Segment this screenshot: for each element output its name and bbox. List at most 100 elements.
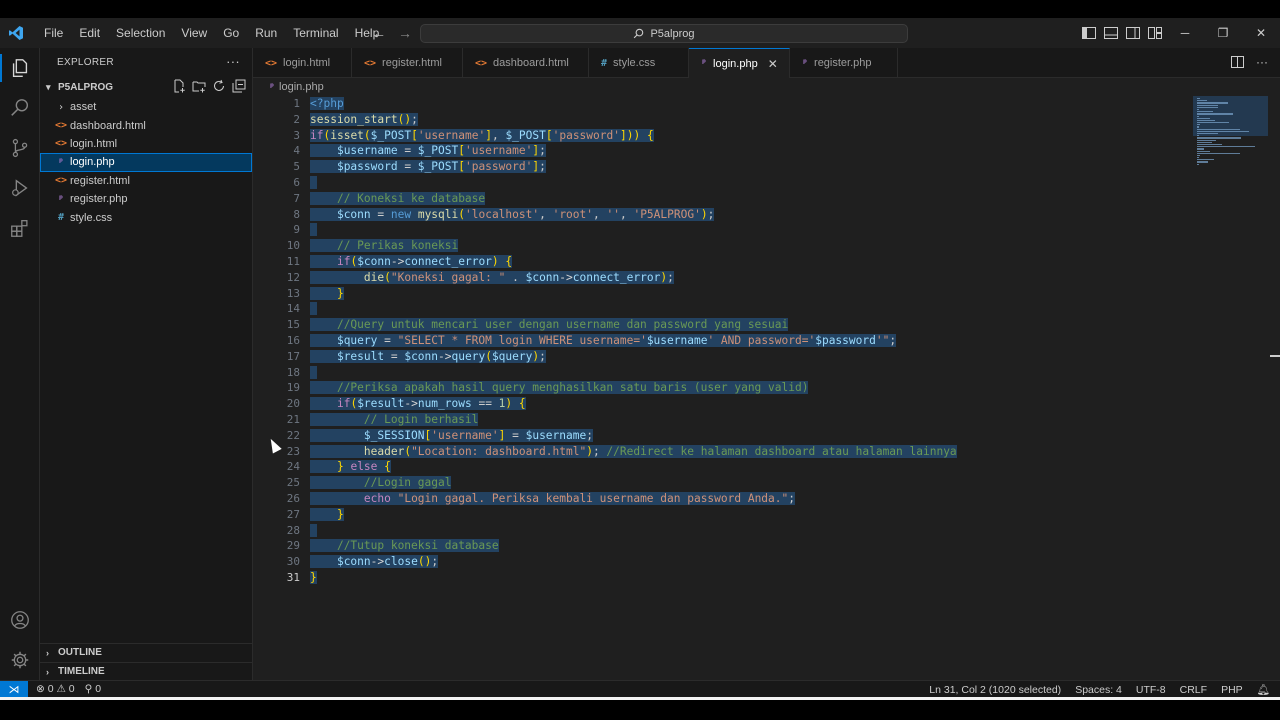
encoding[interactable]: UTF-8 (1136, 684, 1166, 696)
code-editor[interactable]: 1 2 3 4 5 6 7 8 9 10 11 12 13 14 15 16 17 18 19 20 21 22 23 24 2… (253, 96, 1280, 680)
toggle-secondary-sidebar-icon[interactable] (1126, 27, 1140, 39)
line-number: 21 (286, 412, 300, 426)
source-control-icon[interactable] (0, 128, 40, 168)
run-debug-icon[interactable] (0, 168, 40, 208)
menu-run[interactable]: Run (247, 18, 285, 48)
tree-file-register-html[interactable]: <> register.html (40, 172, 252, 190)
outline-section[interactable]: › OUTLINE (40, 643, 253, 661)
workspace-folder[interactable]: ▾ P5ALPROG (40, 76, 252, 98)
minimap[interactable] (1197, 98, 1257, 166)
code-line[interactable]: //Periksa apakah hasil query menghasilka… (310, 380, 957, 396)
accounts-icon[interactable] (0, 600, 40, 640)
forward-arrow-icon[interactable]: → (398, 25, 412, 41)
code-line[interactable]: $username = $_POST['username']; (310, 143, 957, 159)
back-arrow-icon[interactable]: ← (372, 25, 386, 41)
code-line[interactable]: $conn = new mysqli('localhost', 'root', … (310, 207, 957, 223)
tab-register-html[interactable]: <> register.html (352, 48, 463, 78)
code-line[interactable] (310, 523, 957, 539)
menu-go[interactable]: Go (215, 18, 247, 48)
tree-file-style-css[interactable]: # style.css (40, 208, 252, 226)
code-line[interactable]: // Login berhasil (310, 412, 957, 428)
explorer-icon[interactable] (0, 48, 40, 88)
more-actions-icon[interactable]: ··· (226, 54, 240, 69)
code-line[interactable]: $conn->close(); (310, 554, 957, 570)
tree-item-label: register.php (70, 193, 128, 206)
code-line[interactable]: } (310, 286, 957, 302)
notifications-bell-icon[interactable]: 🔔︎ (1257, 683, 1270, 696)
code-line[interactable] (310, 365, 957, 381)
code-line[interactable]: if(isset($_POST['username'], $_POST['pas… (310, 128, 957, 144)
code-line[interactable] (310, 222, 957, 238)
code-area[interactable]: <?php session_start(); if(isset($_POST['us… (310, 96, 957, 586)
code-line[interactable]: if($result->num_rows == 1) { (310, 396, 957, 412)
code-line[interactable]: // Koneksi ke database (310, 191, 957, 207)
status-bar: ⋊ ⊗ 0 ⚠ 0 ⚲ 0 Ln 31, Col 2 (1020 selecte… (0, 680, 1280, 698)
code-line[interactable]: die("Koneksi gagal: " . $conn->connect_e… (310, 270, 957, 286)
timeline-section[interactable]: › TIMELINE (40, 662, 253, 680)
tab-dashboard-html[interactable]: <> dashboard.html (463, 48, 589, 78)
menu-terminal[interactable]: Terminal (285, 18, 346, 48)
code-line[interactable]: //Tutup koneksi database (310, 538, 957, 554)
language-mode[interactable]: PHP (1221, 684, 1243, 696)
menu-file[interactable]: File (36, 18, 71, 48)
ports-indicator[interactable]: ⚲ 0 (85, 683, 101, 695)
code-line[interactable]: session_start(); (310, 112, 957, 128)
customize-layout-icon[interactable] (1148, 27, 1162, 39)
tree-file-login-html[interactable]: <> login.html (40, 135, 252, 153)
extensions-icon[interactable] (0, 208, 40, 248)
close-tab-icon[interactable]: ✕ (768, 57, 778, 71)
indentation[interactable]: Spaces: 4 (1075, 684, 1122, 696)
code-line[interactable]: } (310, 507, 957, 523)
toggle-panel-icon[interactable] (1104, 27, 1118, 39)
tree-file-dashboard-html[interactable]: <> dashboard.html (40, 116, 252, 134)
code-line[interactable]: header("Location: dashboard.html"); //Re… (310, 444, 957, 460)
php-file-icon: ᵖ (57, 156, 65, 168)
search-icon[interactable] (0, 88, 40, 128)
tab-register-php[interactable]: ᵖ register.php (790, 48, 898, 78)
tree-file-register-php[interactable]: ᵖ register.php (40, 190, 252, 208)
code-line[interactable]: <?php (310, 96, 957, 112)
code-line[interactable]: //Login gagal (310, 475, 957, 491)
menu-view[interactable]: View (173, 18, 215, 48)
restore-icon[interactable]: ❐ (1204, 26, 1242, 40)
toggle-primary-sidebar-icon[interactable] (1082, 27, 1096, 39)
code-line[interactable]: $result = $conn->query($query); (310, 349, 957, 365)
close-window-icon[interactable]: ✕ (1242, 26, 1280, 40)
tab-login-php[interactable]: ᵖ login.php ✕ (689, 48, 790, 78)
settings-gear-icon[interactable] (0, 640, 40, 680)
command-center-search[interactable]: P5alprog (420, 24, 908, 43)
code-line[interactable] (310, 301, 957, 317)
new-file-icon[interactable] (172, 79, 186, 93)
remote-indicator-icon[interactable]: ⋊ (0, 680, 28, 698)
more-actions-icon[interactable]: ··· (1256, 56, 1268, 71)
collapse-all-icon[interactable] (232, 79, 246, 93)
tab-style-css[interactable]: # style.css (589, 48, 689, 78)
tree-file-login-php[interactable]: ᵖ login.php (40, 153, 252, 172)
breadcrumb[interactable]: ᵖ login.php (253, 78, 1280, 96)
activity-bar (0, 48, 40, 680)
end-of-line[interactable]: CRLF (1180, 684, 1207, 696)
minimap-line (1197, 98, 1200, 100)
tab-login-html[interactable]: <> login.html (253, 48, 352, 78)
code-line[interactable]: $query = "SELECT * FROM login WHERE user… (310, 333, 957, 349)
problems-indicator[interactable]: ⊗ 0 ⚠ 0 (36, 683, 75, 695)
menu-selection[interactable]: Selection (108, 18, 173, 48)
code-line[interactable]: //Query untuk mencari user dengan userna… (310, 317, 957, 333)
tree-folder-asset[interactable]: › asset (40, 98, 252, 116)
menu-edit[interactable]: Edit (71, 18, 108, 48)
cursor-position[interactable]: Ln 31, Col 2 (1020 selected) (929, 684, 1061, 696)
html-file-icon: <> (54, 138, 68, 150)
new-folder-icon[interactable] (192, 79, 206, 93)
split-editor-icon[interactable] (1231, 56, 1244, 71)
minimize-icon[interactable]: ─ (1166, 26, 1204, 40)
code-line[interactable]: } else { (310, 459, 957, 475)
code-line[interactable]: $_SESSION['username'] = $username; (310, 428, 957, 444)
refresh-icon[interactable] (212, 79, 226, 93)
explorer-title: EXPLORER (57, 56, 114, 68)
code-line[interactable]: $password = $_POST['password']; (310, 159, 957, 175)
code-line[interactable]: } (310, 570, 957, 586)
code-line[interactable] (310, 175, 957, 191)
code-line[interactable]: // Perikas koneksi (310, 238, 957, 254)
code-line[interactable]: echo "Login gagal. Periksa kembali usern… (310, 491, 957, 507)
code-line[interactable]: if($conn->connect_error) { (310, 254, 957, 270)
